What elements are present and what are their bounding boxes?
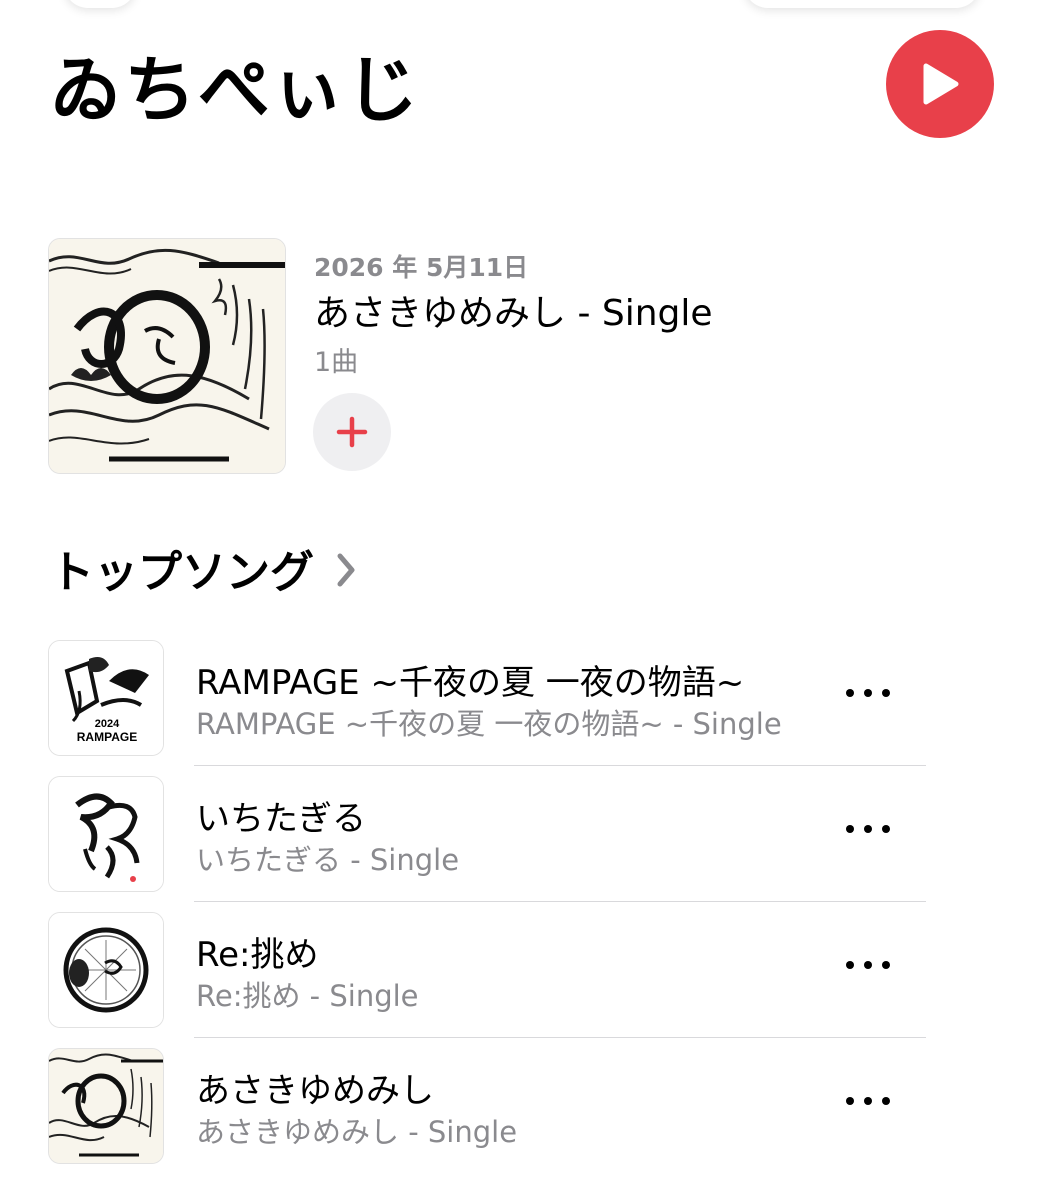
top-songs-title: トップソング [50, 547, 314, 598]
calligraphy-artwork [49, 239, 285, 473]
song-subtitle: いちたぎる - Single [196, 843, 460, 877]
song-subtitle: Re:挑め - Single [196, 979, 419, 1013]
song-title: RAMPAGE ~千夜の夏 一夜の物語~ [196, 663, 745, 703]
song-subtitle: RAMPAGE ~千夜の夏 一夜の物語~ - Single [196, 707, 782, 741]
song-subtitle: あさきゆめみし - Single [196, 1115, 518, 1149]
top-song-row[interactable]: Re:挑め Re:挑め - Single [0, 909, 1042, 1045]
artist-page: ゐちぺぃじ 2026 年 5月11日 あさきゆめみし - Single 1曲 ト… [0, 0, 1042, 1200]
chevron-right-icon [337, 553, 355, 587]
back-button[interactable] [64, 0, 136, 8]
ellipsis-icon[interactable] [846, 953, 890, 977]
rampage-label-text: RAMPAGE [77, 730, 137, 744]
ellipsis-icon[interactable] [846, 817, 890, 841]
top-song-row[interactable]: いちたぎる いちたぎる - Single [0, 773, 1042, 909]
top-songs-header[interactable]: トップソング [50, 536, 356, 600]
play-icon [923, 63, 959, 105]
calligraphy-artwork [49, 1049, 163, 1163]
song-artwork: 2024 RAMPAGE [48, 640, 164, 756]
plus-icon [336, 416, 368, 448]
release-artwork[interactable] [48, 238, 286, 474]
top-song-row[interactable]: あさきゆめみし あさきゆめみし - Single [0, 1045, 1042, 1181]
ellipsis-icon[interactable] [846, 1089, 890, 1113]
artist-name: ゐちぺぃじ [50, 48, 421, 132]
top-song-row[interactable]: 2024 RAMPAGE RAMPAGE ~千夜の夏 一夜の物語~ RAMPAG… [0, 637, 1042, 773]
song-title: あさきゆめみし [196, 1071, 434, 1111]
play-button[interactable] [886, 30, 994, 138]
song-artwork [48, 1048, 164, 1164]
rampage-artwork: 2024 RAMPAGE [49, 641, 163, 755]
ellipsis-icon[interactable] [846, 681, 890, 705]
song-title: Re:挑め [196, 935, 319, 975]
calligraphy-artwork [49, 777, 163, 891]
divider [194, 765, 926, 766]
release-title[interactable]: あさきゆめみし - Single [314, 284, 713, 336]
add-to-library-button[interactable] [313, 393, 391, 471]
divider [194, 1037, 926, 1038]
release-date: 2026 年 5月11日 [314, 253, 529, 282]
song-artwork [48, 912, 164, 1028]
rampage-year-text: 2024 [95, 718, 120, 730]
release-track-count: 1曲 [314, 347, 359, 378]
toolbar-actions[interactable] [744, 0, 980, 8]
round-window-artwork [49, 913, 163, 1027]
song-title: いちたぎる [196, 799, 366, 839]
divider [194, 901, 926, 902]
song-artwork [48, 776, 164, 892]
